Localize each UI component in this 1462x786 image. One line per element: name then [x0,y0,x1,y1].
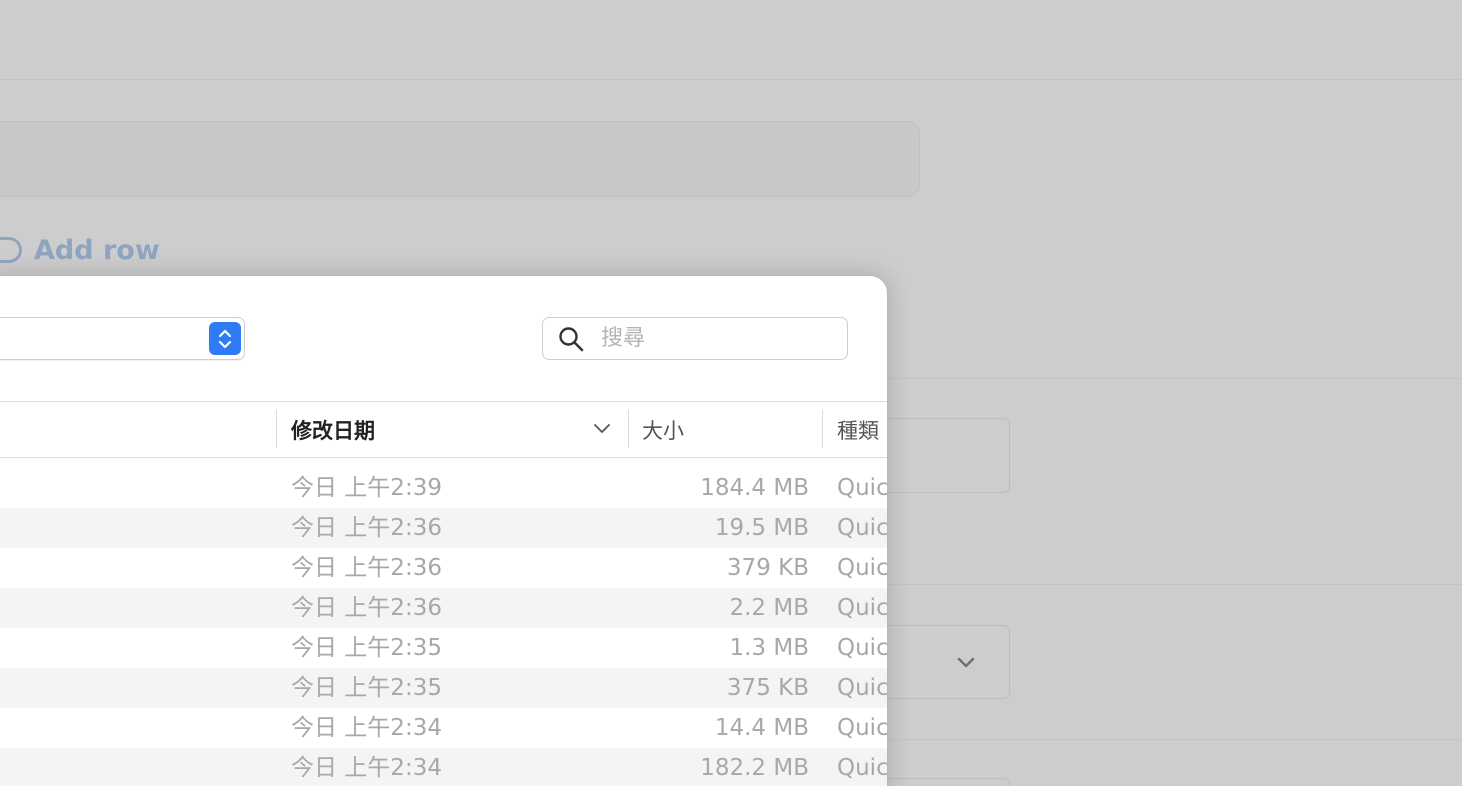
size-cell: 14.4 MB [714,715,809,741]
table-row[interactable]: 今日 上午2:34 14.4 MB Quic [0,708,888,748]
add-row-label: Add row [34,234,160,266]
up-down-arrows-icon [218,329,232,348]
date-cell: 今日 上午2:34 [291,715,442,741]
date-cell: 今日 上午2:36 [291,595,442,621]
column-separator[interactable] [276,410,277,448]
column-date-modified-label: 修改日期 [291,418,375,443]
size-cell: 19.5 MB [714,515,809,541]
date-cell: 今日 上午2:35 [291,675,442,701]
location-popup-button[interactable] [0,317,245,360]
kind-cell: Quic [837,755,888,781]
kind-cell: Quic [837,595,888,621]
date-cell: 今日 上午2:36 [291,555,442,581]
date-cell: 今日 上午2:36 [291,515,442,541]
column-separator[interactable] [628,410,629,448]
column-separator[interactable] [822,410,823,448]
table-row[interactable]: 今日 上午2:34 182.2 MB Quic [0,748,888,786]
size-cell: 1.3 MB [729,635,809,661]
background-text-area [0,121,920,197]
table-row[interactable]: 今日 上午2:35 375 KB Quic [0,668,888,708]
kind-cell: Quic [837,515,888,541]
kind-cell: Quic [837,635,888,661]
column-header: 修改日期 大小 種類 [0,401,887,458]
size-cell: 379 KB [726,555,809,581]
kind-cell: Quic [837,715,888,741]
chevron-down-icon [957,657,975,668]
search-icon [559,326,584,351]
date-cell: 今日 上午2:34 [291,755,442,781]
file-open-dialog: 修改日期 大小 種類 今日 上午2:39 184.4 MB Quic 今日 上午… [0,275,888,786]
table-row[interactable]: 今日 上午2:36 19.5 MB Quic [0,508,888,548]
background-divider [0,79,1462,80]
kind-cell: Quic [837,675,888,701]
size-cell: 184.4 MB [700,475,809,501]
search-field[interactable] [542,317,848,360]
add-circle-icon [0,237,22,263]
kind-cell: Quic [837,555,888,581]
date-cell: 今日 上午2:35 [291,635,442,661]
table-row[interactable]: 今日 上午2:36 379 KB Quic [0,548,888,588]
add-row-button[interactable]: Add row [0,232,160,268]
chevron-down-icon[interactable] [591,418,613,440]
table-row[interactable]: 今日 上午2:36 2.2 MB Quic [0,588,888,628]
date-cell: 今日 上午2:39 [291,475,442,501]
column-kind[interactable]: 種類 [837,402,887,457]
size-cell: 182.2 MB [700,755,809,781]
size-cell: 2.2 MB [729,595,809,621]
column-size-label: 大小 [642,418,684,443]
popup-stepper [209,322,241,355]
search-input[interactable] [601,326,821,351]
column-size[interactable]: 大小 [642,402,822,457]
file-list: 今日 上午2:39 184.4 MB Quic 今日 上午2:36 19.5 M… [0,468,888,786]
table-row[interactable]: 今日 上午2:35 1.3 MB Quic [0,628,888,668]
kind-cell: Quic [837,475,888,501]
table-row[interactable]: 今日 上午2:39 184.4 MB Quic [0,468,888,508]
size-cell: 375 KB [726,675,809,701]
column-date-modified[interactable]: 修改日期 [291,402,621,457]
column-kind-label: 種類 [837,418,879,443]
